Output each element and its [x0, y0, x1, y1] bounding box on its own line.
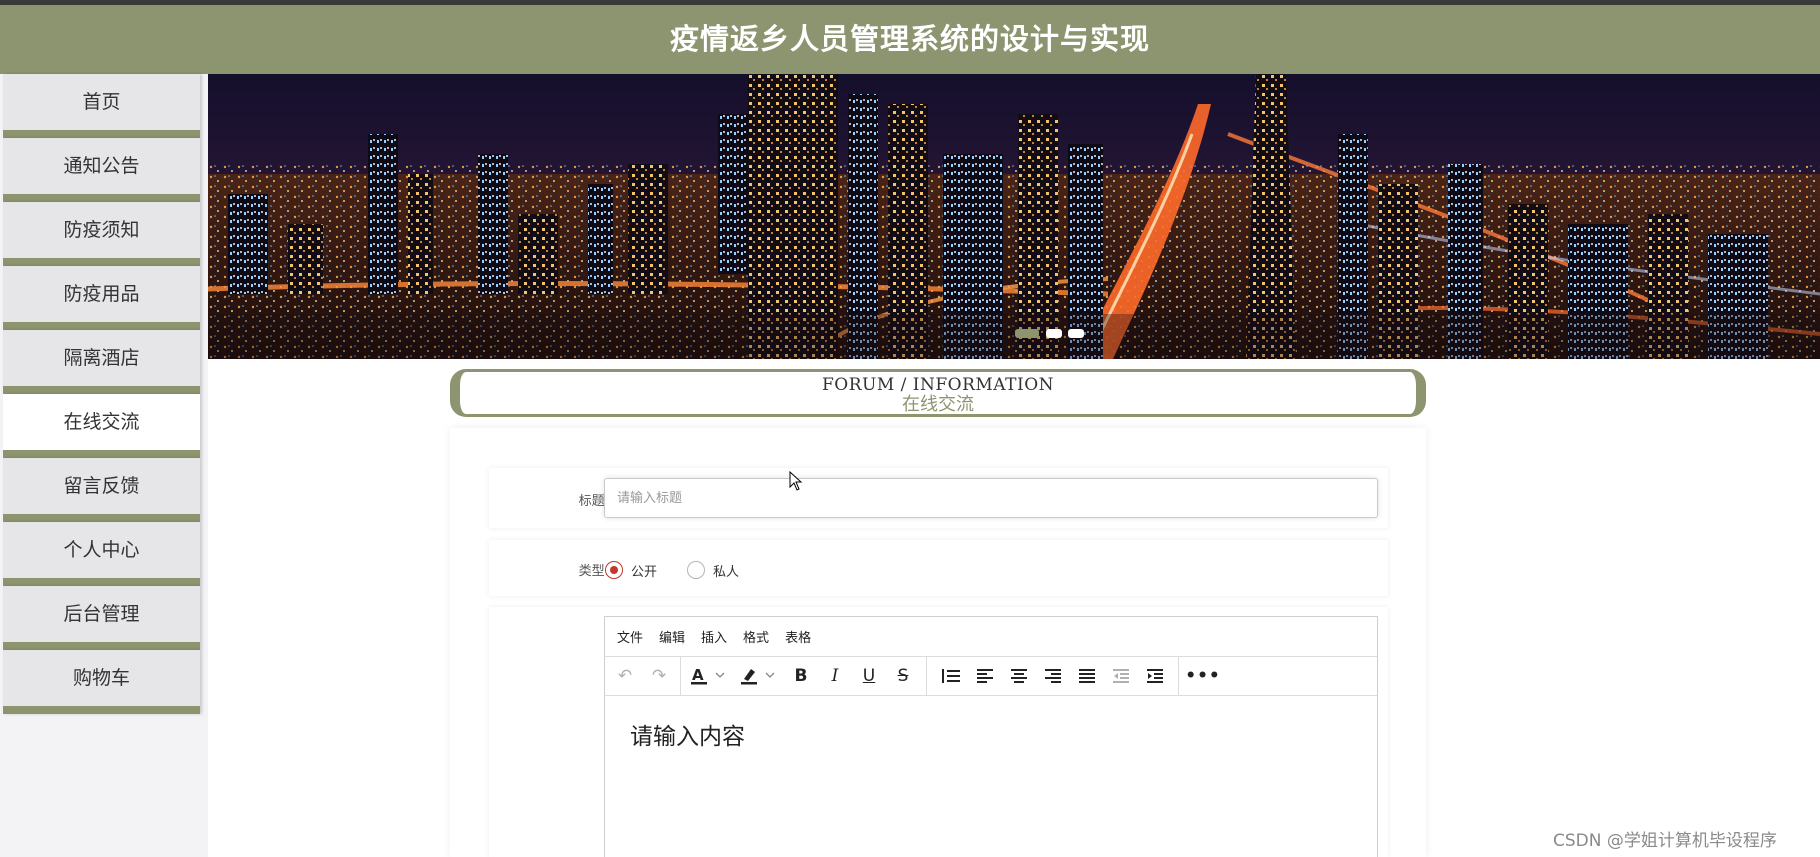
- bold-icon[interactable]: B: [787, 657, 815, 695]
- undo-icon[interactable]: ↶: [611, 657, 639, 695]
- editor-menubar: 文件 编辑 插入 格式 表格: [605, 617, 1377, 657]
- type-radio-private[interactable]: 私人: [687, 560, 739, 580]
- banner-carousel[interactable]: [208, 74, 1820, 359]
- sidebar-item-feedback[interactable]: 留言反馈: [3, 458, 200, 522]
- sidebar-item-personal-center[interactable]: 个人中心: [3, 522, 200, 586]
- sidebar-item-supplies[interactable]: 防疫用品: [3, 266, 200, 330]
- menu-insert[interactable]: 插入: [701, 627, 727, 646]
- editor-toolbar: ↶ ↷ A B I U S •••: [605, 657, 1377, 696]
- text-color-icon[interactable]: A: [687, 657, 731, 695]
- align-justify-icon[interactable]: [1073, 657, 1101, 695]
- radio-checked-icon: [605, 561, 623, 579]
- underline-icon[interactable]: U: [855, 657, 883, 695]
- more-icon[interactable]: •••: [1185, 657, 1220, 695]
- sidebar-item-quarantine-hotel[interactable]: 隔离酒店: [3, 330, 200, 394]
- menu-edit[interactable]: 编辑: [659, 627, 685, 646]
- rich-text-editor: 文件 编辑 插入 格式 表格 ↶ ↷ A B I U S ••• 请输入内容: [604, 616, 1378, 857]
- radio-unchecked-icon: [687, 561, 705, 579]
- carousel-dot-1[interactable]: [1015, 329, 1039, 338]
- sidebar-item-online-forum[interactable]: 在线交流: [3, 394, 200, 458]
- page-header: 疫情返乡人员管理系统的设计与实现: [0, 5, 1820, 74]
- carousel-dot-2[interactable]: [1046, 329, 1062, 338]
- strikethrough-icon[interactable]: S: [889, 657, 917, 695]
- section-title-en: FORUM / INFORMATION: [821, 375, 1055, 395]
- indent-icon[interactable]: [1141, 657, 1169, 695]
- sidebar: 首页 通知公告 防疫须知 防疫用品 隔离酒店 在线交流 留言反馈 个人中心 后台…: [0, 74, 208, 857]
- highlight-color-icon[interactable]: [737, 657, 781, 695]
- type-radio-private-label: 私人: [713, 564, 740, 580]
- align-right-icon[interactable]: [1039, 657, 1067, 695]
- type-radio-public-label: 公开: [631, 564, 658, 580]
- carousel-dot-3[interactable]: [1068, 329, 1084, 338]
- sidebar-item-admin[interactable]: 后台管理: [3, 586, 200, 650]
- sidebar-item-notices[interactable]: 通知公告: [3, 138, 200, 202]
- section-title: FORUM / INFORMATION 在线交流: [450, 369, 1426, 417]
- title-input[interactable]: [604, 478, 1378, 518]
- align-left-icon[interactable]: [971, 657, 999, 695]
- menu-file[interactable]: 文件: [617, 627, 643, 646]
- city-night-image: [208, 74, 1820, 359]
- redo-icon[interactable]: ↷: [645, 657, 673, 695]
- toolbar-separator: [680, 657, 681, 695]
- watermark: CSDN @学姐计算机毕设程序: [1553, 831, 1777, 851]
- title-label: 标题:: [578, 494, 609, 509]
- type-label: 类型:: [578, 564, 609, 579]
- site-title: 疫情返乡人员管理系统的设计与实现: [669, 22, 1150, 56]
- sidebar-item-home[interactable]: 首页: [3, 74, 200, 138]
- line-height-icon[interactable]: [937, 657, 965, 695]
- align-center-icon[interactable]: [1005, 657, 1033, 695]
- sidebar-item-cart[interactable]: 购物车: [3, 650, 200, 714]
- outdent-icon[interactable]: [1107, 657, 1135, 695]
- menu-format[interactable]: 格式: [743, 627, 769, 646]
- type-radio-public[interactable]: 公开: [605, 560, 657, 580]
- toolbar-separator: [1178, 657, 1179, 695]
- italic-icon[interactable]: I: [821, 657, 849, 695]
- mouse-cursor-icon: [789, 471, 803, 491]
- svg-text:A: A: [692, 666, 704, 684]
- menu-table[interactable]: 表格: [785, 627, 811, 646]
- section-title-zh: 在线交流: [902, 394, 974, 415]
- sidebar-item-prevention-guide[interactable]: 防疫须知: [3, 202, 200, 266]
- editor-content[interactable]: 请输入内容: [630, 717, 745, 751]
- toolbar-separator: [926, 657, 927, 695]
